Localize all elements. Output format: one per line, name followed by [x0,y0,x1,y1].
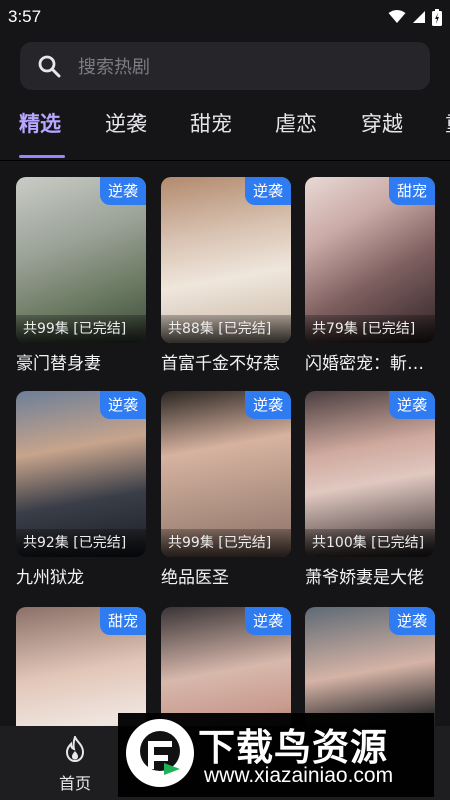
drama-title[interactable]: 绝品医圣 [161,563,291,588]
drama-title[interactable]: 萧爷娇妻是大佬 [305,563,435,588]
watermark: 下载鸟资源 www.xiazainiao.com [118,713,434,797]
nav-home[interactable]: 首页 [40,734,110,794]
tab-more[interactable]: 重 [445,108,450,138]
drama-poster[interactable]: 逆袭 共99集 [已完结] [161,391,291,557]
status-time: 3:57 [8,7,42,26]
drama-card[interactable]: 逆袭 共99集 [已完结] 绝品医圣 [161,391,291,588]
signal-icon [413,11,425,23]
search-icon [36,53,62,79]
drama-title[interactable]: 闪婚密宠：斬… [305,349,435,374]
episode-count: 共99集 [已完结] [16,315,146,343]
episode-count: 共92集 [已完结] [16,529,146,557]
genre-badge: 逆袭 [244,177,291,205]
drama-card[interactable]: 逆袭 共88集 [已完结] 首富千金不好惹 [161,177,291,374]
wifi-icon [388,10,406,23]
flame-icon [65,734,85,763]
genre-badge: 逆袭 [99,177,146,205]
divider [0,160,450,161]
genre-badge: 甜宠 [388,177,435,205]
drama-title[interactable]: 豪门替身妻 [16,349,146,374]
tab-sweet[interactable]: 甜宠 [190,108,232,138]
episode-count: 共79集 [已完结] [305,315,435,343]
drama-title[interactable]: 首富千金不好惹 [161,349,291,374]
genre-badge: 逆袭 [388,391,435,419]
tab-tragic-love[interactable]: 虐恋 [275,108,317,138]
genre-badge: 逆袭 [244,391,291,419]
tab-featured[interactable]: 精选 [19,108,61,138]
status-bar: 3:57 [0,0,450,34]
drama-card[interactable]: 逆袭 共100集 [已完结] 萧爷娇妻是大佬 [305,391,435,588]
bird-logo-icon [126,719,194,787]
drama-title[interactable]: 九州狱龙 [16,563,146,588]
episode-count: 共99集 [已完结] [161,529,291,557]
drama-card[interactable]: 逆袭 共92集 [已完结] 九州狱龙 [16,391,146,588]
category-tabs: 精选 逆袭 甜宠 虐恋 穿越 重 [0,108,450,158]
tab-comeback[interactable]: 逆袭 [105,108,147,138]
search-input[interactable]: 搜索热剧 [20,42,430,90]
status-icons [388,8,442,26]
genre-badge: 逆袭 [388,607,435,635]
tab-time-travel[interactable]: 穿越 [361,108,403,138]
drama-poster[interactable]: 逆袭 共100集 [已完结] [305,391,435,557]
episode-count: 共100集 [已完结] [305,529,435,557]
drama-card[interactable]: 甜宠 共79集 [已完结] 闪婚密宠：斬… [305,177,435,374]
nav-home-label: 首页 [58,774,91,793]
genre-badge: 逆袭 [244,607,291,635]
battery-icon [432,8,442,26]
watermark-text: 下载鸟资源 [198,726,388,769]
drama-poster[interactable]: 逆袭 共88集 [已完结] [161,177,291,343]
genre-badge: 逆袭 [99,391,146,419]
drama-card[interactable]: 逆袭 共99集 [已完结] 豪门替身妻 [16,177,146,374]
watermark-url: www.xiazainiao.com [204,764,394,787]
search-placeholder: 搜索热剧 [78,57,150,78]
drama-poster[interactable]: 甜宠 共79集 [已完结] [305,177,435,343]
episode-count: 共88集 [已完结] [161,315,291,343]
drama-poster[interactable]: 逆袭 共99集 [已完结] [16,177,146,343]
active-tab-indicator [19,155,65,158]
genre-badge: 甜宠 [99,607,146,635]
drama-poster[interactable]: 逆袭 共92集 [已完结] [16,391,146,557]
